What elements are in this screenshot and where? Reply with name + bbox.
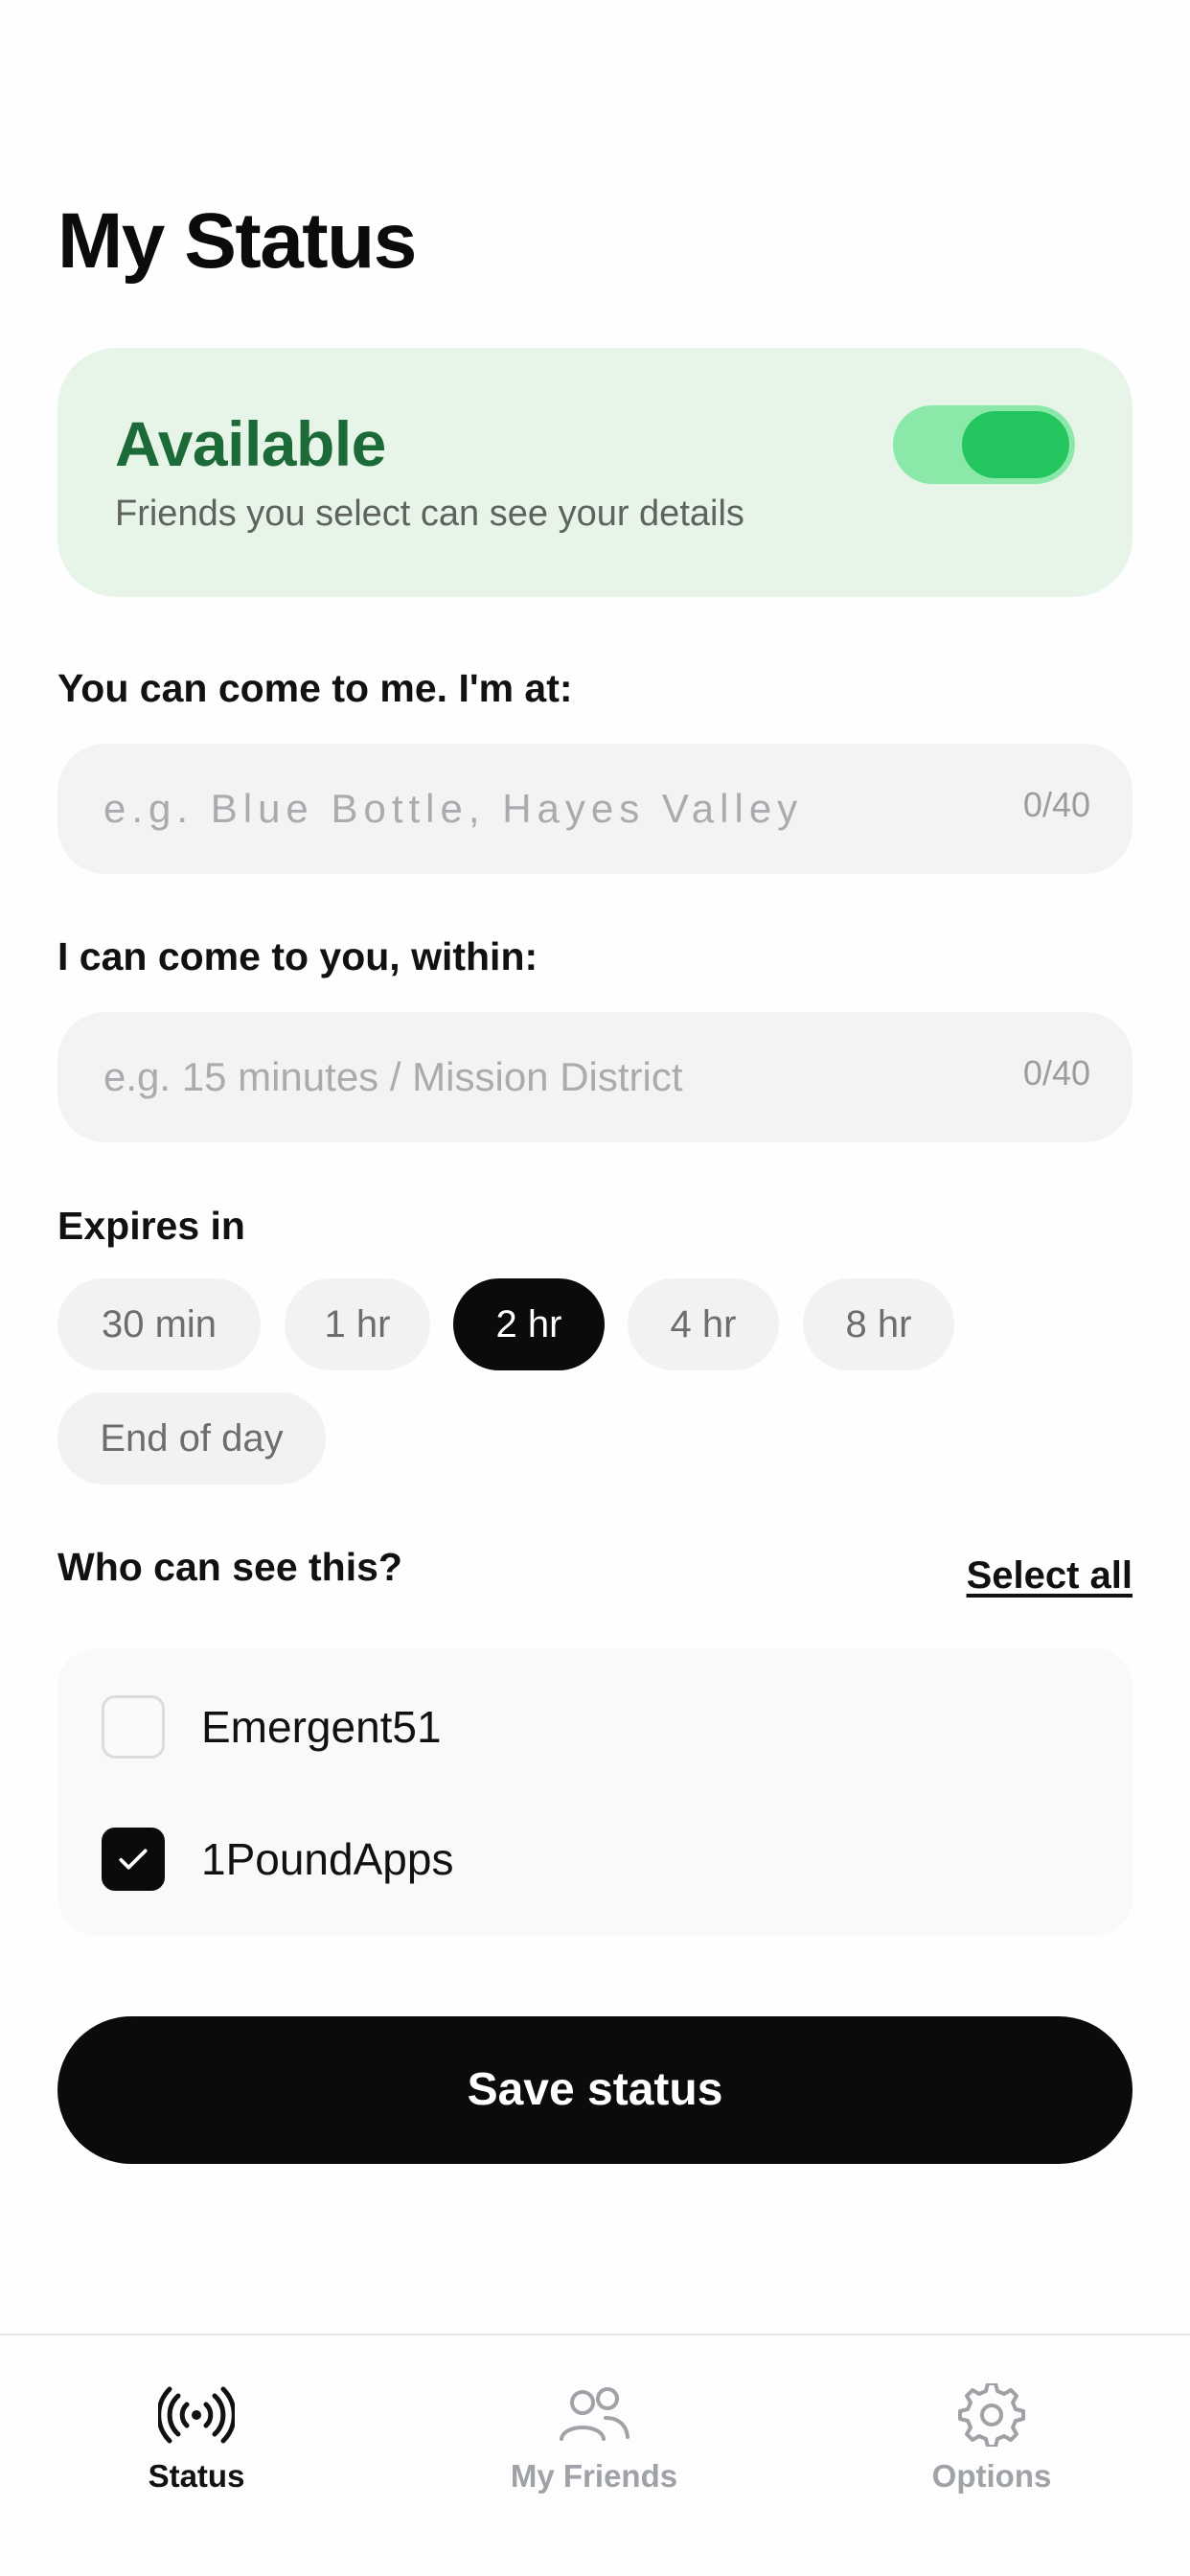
- page-title: My Status: [57, 197, 417, 285]
- tab-bar: Status My Friends Options: [0, 2334, 1190, 2576]
- tab-status[interactable]: Status: [53, 2383, 340, 2495]
- expires-chip-8-hr[interactable]: 8 hr: [803, 1278, 954, 1370]
- tab-my-friends-label: My Friends: [510, 2458, 678, 2494]
- location-counter: 0/40: [1022, 785, 1090, 824]
- tab-options[interactable]: Options: [848, 2383, 1135, 2495]
- expires-chip-end-of-day[interactable]: End of day: [57, 1392, 326, 1484]
- friend-row[interactable]: 1PoundApps: [102, 1828, 453, 1891]
- friend-name: Emergent51: [201, 1702, 442, 1752]
- location-input[interactable]: [103, 744, 966, 874]
- travel-label: I can come to you, within:: [57, 934, 538, 978]
- checkmark-icon: [119, 1849, 148, 1870]
- save-status-button[interactable]: Save status: [57, 2016, 1133, 2164]
- location-field: 0/40: [57, 744, 1133, 874]
- availability-card: Available Friends you select can see you…: [57, 348, 1133, 597]
- toggle-knob: [962, 411, 1069, 478]
- expires-label: Expires in: [57, 1204, 245, 1248]
- broadcast-icon: [158, 2386, 235, 2444]
- gear-icon: [958, 2383, 1025, 2447]
- travel-field: 0/40: [57, 1012, 1133, 1142]
- visibility-label: Who can see this?: [57, 1545, 402, 1589]
- select-all-link[interactable]: Select all: [967, 1554, 1133, 1598]
- friend-checkbox[interactable]: [102, 1695, 165, 1759]
- friend-name: 1PoundApps: [201, 1834, 454, 1884]
- travel-input[interactable]: [103, 1012, 966, 1142]
- tab-my-friends[interactable]: My Friends: [450, 2383, 738, 2495]
- travel-counter: 0/40: [1022, 1053, 1090, 1092]
- availability-title: Available: [115, 408, 386, 479]
- people-icon: [560, 2387, 629, 2441]
- expires-chip-4-hr[interactable]: 4 hr: [628, 1278, 779, 1370]
- availability-toggle[interactable]: [893, 405, 1075, 484]
- tab-options-label: Options: [931, 2458, 1052, 2494]
- tab-status-label: Status: [148, 2458, 245, 2494]
- location-label: You can come to me. I'm at:: [57, 666, 573, 710]
- friend-checkbox[interactable]: [102, 1828, 165, 1891]
- friend-row[interactable]: Emergent51: [102, 1695, 442, 1759]
- friends-list: Emergent51 1PoundApps: [57, 1648, 1133, 1936]
- expires-chip-1-hr[interactable]: 1 hr: [285, 1278, 430, 1370]
- expires-chip-2-hr[interactable]: 2 hr: [453, 1278, 605, 1370]
- expires-chip-30-min[interactable]: 30 min: [57, 1278, 261, 1370]
- availability-subtitle: Friends you select can see your details: [115, 494, 744, 534]
